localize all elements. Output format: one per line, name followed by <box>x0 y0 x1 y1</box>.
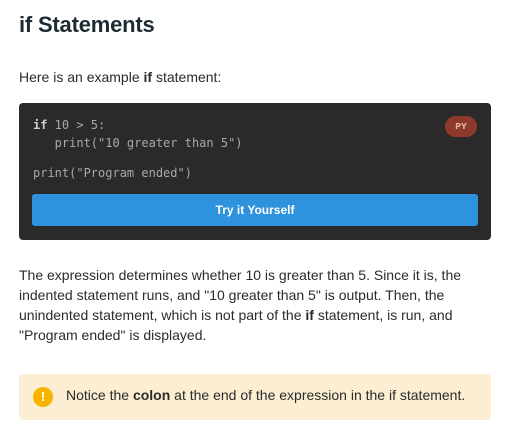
intro-text-after: statement: <box>152 69 222 85</box>
code-text: print("10 greater than 5") <box>33 136 243 150</box>
explanation-text: The expression determines whether 10 is … <box>19 265 485 345</box>
try-it-yourself-button[interactable]: Try it Yourself <box>32 194 478 226</box>
code-line: print("Program ended") <box>33 164 243 182</box>
code-block: if 10 > 5: print("10 greater than 5") pr… <box>33 116 243 182</box>
language-badge: PY <box>445 116 477 137</box>
code-keyword: if <box>33 118 48 132</box>
exclamation-icon: ! <box>33 387 53 407</box>
intro-text-before: Here is an example <box>19 69 144 85</box>
notice-text-after: at the end of the expression in the if s… <box>170 387 466 403</box>
notice-box: ! Notice the colon at the end of the exp… <box>19 374 491 420</box>
page-title: if Statements <box>19 12 155 37</box>
intro-text: Here is an example if statement: <box>19 69 221 85</box>
explanation-keyword: if <box>305 307 314 323</box>
code-text: print("Program ended") <box>33 166 192 180</box>
code-text: 10 > 5: <box>47 118 106 132</box>
notice-text-before: Notice the <box>66 387 133 403</box>
intro-keyword: if <box>143 69 153 85</box>
notice-bold-term: colon <box>132 387 171 403</box>
notice-text: Notice the colon at the end of the expre… <box>66 387 465 403</box>
code-line: if 10 > 5: <box>33 116 243 134</box>
code-example-card: PY if 10 > 5: print("10 greater than 5")… <box>19 103 491 240</box>
code-line: print("10 greater than 5") <box>33 134 243 152</box>
